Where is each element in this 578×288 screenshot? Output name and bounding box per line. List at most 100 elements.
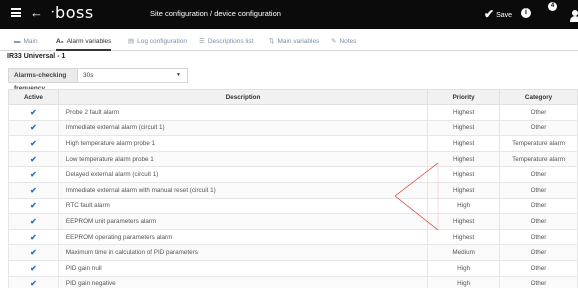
active-checkbox[interactable]: ✔ (8, 104, 59, 121)
alarm-description: PID gain null (57, 259, 429, 277)
tab-descriptions-list[interactable]: ☰ Descriptions list (199, 34, 253, 51)
table-row[interactable]: ✔ Maximum time in calculation of PID para… (8, 244, 578, 261)
alarm-category[interactable]: Other (499, 104, 578, 121)
info-icon[interactable]: i (521, 8, 531, 18)
active-checkbox[interactable]: ✔ (8, 135, 59, 152)
alarm-table: Active Description Priority Category ✔ Pr… (8, 89, 578, 288)
alarm-description: Maximum time in calculation of PID param… (57, 244, 429, 261)
active-checkbox[interactable]: ✔ (8, 150, 59, 168)
checkmark-icon[interactable]: ✔ (30, 139, 37, 148)
active-checkbox[interactable]: ✔ (8, 213, 59, 230)
alarm-category[interactable]: Other (499, 166, 578, 183)
table-row[interactable]: ✔ Immediate external alarm with manual re… (8, 181, 578, 199)
table-row[interactable]: ✔ PID gain null High Other (8, 259, 578, 277)
table-row[interactable]: ✔ RTC fault alarm High Other (8, 197, 578, 215)
active-checkbox[interactable]: ✔ (8, 259, 59, 277)
checkmark-icon[interactable]: ✔ (30, 170, 37, 179)
tab-log-configuration[interactable]: ▤ Log configuration (128, 34, 187, 51)
alarm-priority[interactable]: Highest (427, 181, 501, 199)
active-checkbox[interactable]: ✔ (8, 166, 59, 183)
active-checkbox[interactable]: ✔ (8, 197, 59, 215)
alarm-priority[interactable]: High (427, 197, 501, 215)
checkmark-icon[interactable]: ✔ (30, 108, 37, 117)
checkmark-icon[interactable]: ✔ (30, 123, 37, 132)
tab-main[interactable]: ▬ Main (14, 34, 38, 51)
alarm-category[interactable]: Other (499, 213, 578, 230)
checkmark-icon[interactable]: ✔ (30, 155, 37, 164)
alarm-category[interactable]: Other (499, 259, 578, 277)
back-arrow-icon[interactable]: ← (30, 6, 43, 20)
table-row[interactable]: ✔ Delayed external alarm (circuit 1) Highe… (8, 166, 578, 183)
alarm-priority[interactable]: Highest (427, 135, 501, 152)
table-row[interactable]: ✔ PID gain negative High Other (8, 275, 578, 288)
col-header-active[interactable]: Active (8, 89, 59, 105)
alarm-priority[interactable]: Highest (427, 228, 501, 246)
app-logo: •boss (51, 3, 94, 22)
alarm-category[interactable]: Other (499, 275, 578, 288)
checkmark-icon[interactable]: ✔ (30, 279, 37, 288)
top-bar: ← •boss Site configuration / device conf… (0, 0, 578, 29)
active-checkbox[interactable]: ✔ (8, 119, 59, 137)
checkmark-icon[interactable]: ✔ (30, 217, 37, 226)
col-header-description[interactable]: Description (57, 89, 429, 105)
alarm-category[interactable]: Temperature alarm (499, 150, 578, 168)
page-title: Site configuration / device configuratio… (150, 9, 281, 18)
alarm-priority[interactable]: High (427, 275, 501, 288)
table-row[interactable]: ✔ Immediate external alarm (circuit 1) Hig… (8, 119, 578, 137)
save-button[interactable]: ✔ Save (484, 8, 512, 22)
table-row[interactable]: ✔ EEPROM unit parameters alarm Highest Othe… (8, 213, 578, 230)
checkmark-icon[interactable]: ✔ (30, 201, 37, 210)
alarm-category[interactable]: Other (499, 119, 578, 137)
checkmark-icon[interactable]: ✔ (30, 264, 37, 273)
tab-alarm-variables[interactable]: A₀ Alarm variables (56, 34, 112, 51)
table-row[interactable]: ✔ EEPROM operating parameters alarm Highes… (8, 228, 578, 246)
table-row[interactable]: ✔ Low temperature alarm probe 1 Highest Tem… (8, 150, 578, 168)
active-checkbox[interactable]: ✔ (8, 228, 59, 246)
alarm-category[interactable]: Other (499, 244, 578, 261)
table-row[interactable]: ✔ Probe 2 fault alarm Highest Other (8, 104, 578, 121)
col-header-priority[interactable]: Priority (427, 89, 501, 105)
user-icon[interactable] (570, 10, 578, 22)
alarm-priority[interactable]: High (427, 259, 501, 277)
alarm-priority[interactable]: Highest (427, 104, 501, 121)
alarm-description: EEPROM unit parameters alarm (57, 213, 429, 230)
notification-badge[interactable]: 4 (548, 2, 557, 11)
list-icon: ☰ (199, 38, 205, 45)
alarm-priority[interactable]: Medium (427, 244, 501, 261)
variables-icon: ⇅ (269, 38, 275, 45)
save-label: Save (496, 12, 513, 19)
log-icon: ▤ (128, 38, 135, 45)
checkmark-icon[interactable]: ✔ (30, 186, 37, 195)
frequency-select[interactable]: 30s ▼ (78, 68, 188, 83)
active-checkbox[interactable]: ✔ (8, 275, 59, 288)
alarm-description: Low temperature alarm probe 1 (57, 150, 429, 168)
notes-icon: ✎ (331, 38, 337, 45)
table-row[interactable]: ✔ High temperature alarm probe 1 Highest Te… (8, 135, 578, 152)
device-name: IR33 Universal - 1 (7, 53, 66, 60)
active-checkbox[interactable]: ✔ (8, 244, 59, 261)
monitor-icon: ▬ (14, 38, 21, 45)
alarm-description: Delayed external alarm (circuit 1) (57, 166, 429, 183)
alarm-priority[interactable]: Highest (427, 213, 501, 230)
alarm-description: Immediate external alarm (circuit 1) (57, 119, 429, 137)
tab-main-variables[interactable]: ⇅ Main variables (269, 34, 319, 51)
alarm-priority[interactable]: Highest (427, 150, 501, 168)
alarm-priority[interactable]: Highest (427, 119, 501, 137)
checkmark-icon[interactable]: ✔ (30, 233, 37, 242)
alarm-description: RTC fault alarm (57, 197, 429, 215)
alarm-description: EEPROM operating parameters alarm (57, 228, 429, 246)
checkmark-icon[interactable]: ✔ (30, 248, 37, 257)
alarm-description: High temperature alarm probe 1 (57, 135, 429, 152)
active-checkbox[interactable]: ✔ (8, 181, 59, 199)
tab-bar: ▬ Main A₀ Alarm variables ▤ Log configurati… (0, 34, 578, 51)
tab-notes[interactable]: ✎ Notes (331, 34, 356, 51)
alarm-variable-icon: A₀ (56, 38, 64, 45)
alarm-category[interactable]: Other (499, 181, 578, 199)
alarm-category[interactable]: Other (499, 228, 578, 246)
alarm-category[interactable]: Temperature alarm (499, 135, 578, 152)
checkmark-icon: ✔ (484, 7, 495, 21)
alarm-category[interactable]: Other (499, 197, 578, 215)
alarm-priority[interactable]: Highest (427, 166, 501, 183)
hamburger-menu-icon[interactable] (11, 8, 21, 17)
col-header-category[interactable]: Category (499, 89, 578, 105)
